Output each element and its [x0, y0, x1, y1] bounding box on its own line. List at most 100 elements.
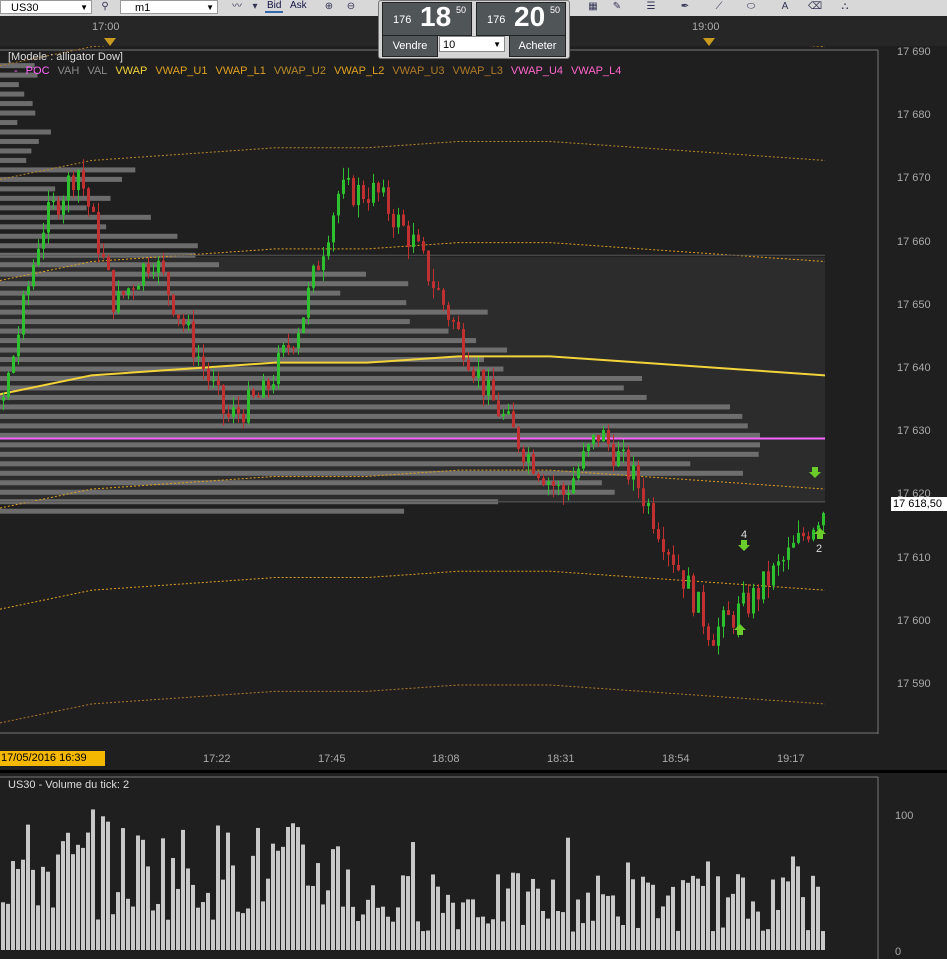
quantity-value: 10	[443, 39, 456, 51]
price-chart[interactable]: 42	[0, 46, 880, 734]
volume-chart[interactable]	[0, 773, 947, 959]
volume-bar	[821, 931, 825, 950]
chevron-down-icon[interactable]: ▾	[248, 1, 262, 13]
volume-bar	[61, 841, 65, 950]
volume-bar	[71, 854, 75, 950]
candle	[152, 272, 155, 274]
candle	[262, 380, 265, 398]
volume-bar	[586, 892, 590, 950]
timeframe-select[interactable]: m1 ▼	[120, 0, 218, 14]
volume-bar	[226, 832, 230, 950]
profile-bar	[0, 271, 367, 277]
chevron-down-icon: ▼	[206, 3, 214, 12]
legend-item: VWAP_U3	[392, 65, 445, 77]
volume-bar	[701, 885, 705, 950]
volume-bar	[206, 892, 210, 950]
volume-bar	[21, 859, 25, 950]
volume-bar	[771, 879, 775, 950]
profile-bar	[0, 451, 759, 457]
candle	[272, 384, 275, 390]
volume-bar	[606, 895, 610, 950]
price-tick-label: 17 650	[897, 298, 931, 311]
volume-bar	[791, 856, 795, 950]
candle	[812, 529, 815, 540]
ask-button[interactable]: Ask	[290, 0, 307, 11]
volume-bar	[451, 902, 455, 950]
volume-bar	[371, 885, 375, 950]
candle	[572, 478, 575, 494]
volume-bar	[561, 912, 565, 950]
volume-bar	[421, 931, 425, 950]
candle	[592, 434, 595, 445]
buy-price-box[interactable]: 176 20 50	[476, 1, 566, 36]
order-panel: 176 18 50 176 20 50 Vendre 10 ▼ Acheter	[378, 0, 570, 59]
volume-bar	[471, 899, 475, 950]
zoom-out-icon[interactable]: ⊖	[344, 1, 358, 13]
zoom-in-icon[interactable]: ⊕	[322, 1, 336, 13]
quantity-select[interactable]: 10 ▼	[439, 36, 505, 52]
profile-bar	[0, 129, 51, 135]
candle	[822, 513, 825, 526]
price-tick-label: 17 670	[897, 172, 931, 185]
profile-bar	[0, 205, 87, 211]
candle	[367, 199, 370, 203]
profile-bar	[0, 442, 760, 448]
shape-icon[interactable]: ⬭	[744, 1, 758, 13]
profile-bar	[0, 157, 27, 163]
candle	[407, 225, 410, 248]
lines-icon[interactable]: ☰	[644, 1, 658, 13]
candle	[172, 294, 175, 315]
profile-bar	[0, 120, 18, 126]
draw-tools-icon[interactable]: ✎	[610, 1, 624, 13]
volume-bar	[171, 857, 175, 950]
volume-bar	[766, 929, 770, 950]
volume-bar	[686, 882, 690, 950]
profile-bar	[0, 366, 504, 372]
profile-bar	[0, 91, 25, 97]
volume-bar	[611, 895, 615, 950]
candle	[157, 260, 160, 273]
price-tick-label: 17 630	[897, 425, 931, 438]
indicators-icon[interactable]: ⛬	[838, 1, 852, 13]
candle	[762, 571, 765, 600]
volume-bar	[386, 916, 390, 950]
volume-bar	[431, 874, 435, 950]
candle	[782, 559, 785, 562]
price-tick-label: 17 600	[897, 614, 931, 627]
volume-bar	[456, 929, 460, 950]
volume-bar	[616, 916, 620, 950]
volume-bar	[311, 885, 315, 950]
buy-price-prefix: 176	[487, 14, 506, 26]
volume-bar	[401, 875, 405, 950]
sell-price-box[interactable]: 176 18 50	[382, 1, 472, 36]
eraser-icon[interactable]: ⌫	[808, 1, 822, 13]
candle	[347, 177, 350, 180]
volume-bar	[76, 844, 80, 950]
buy-button[interactable]: Acheter	[509, 35, 566, 57]
legend-item: VWAP_U1	[155, 65, 208, 77]
volume-bar	[231, 865, 235, 950]
chart-type-icon[interactable]: 〰	[230, 1, 244, 13]
bid-button[interactable]: Bid	[265, 0, 284, 13]
pen-icon[interactable]: ✒	[678, 1, 692, 13]
volume-bar	[131, 906, 135, 950]
candle	[7, 372, 10, 398]
symbol-select[interactable]: US30 ▼	[0, 0, 92, 14]
volume-bar	[101, 816, 105, 950]
volume-bar	[296, 827, 300, 950]
profile-bar	[0, 300, 407, 306]
volume-bar	[161, 838, 165, 950]
volume-bar	[166, 919, 170, 950]
candle	[467, 360, 470, 371]
candle	[232, 407, 235, 417]
grid-icon[interactable]: ▦	[586, 1, 600, 13]
sell-button[interactable]: Vendre	[382, 35, 438, 57]
candle	[217, 380, 220, 386]
link-icon[interactable]: ⚲	[98, 1, 112, 13]
text-icon[interactable]: A	[778, 1, 792, 13]
profile-bar	[0, 394, 647, 400]
candle	[167, 272, 170, 295]
volume-bar	[546, 918, 550, 950]
volume-bar	[476, 917, 480, 950]
brush-icon[interactable]: ⟋	[712, 1, 726, 13]
